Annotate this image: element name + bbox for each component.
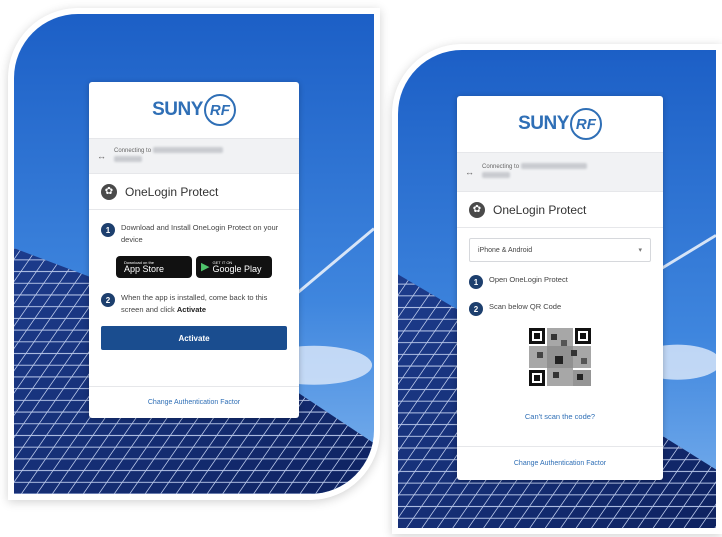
google-play-button[interactable]: ▶ GET IT ON Google Play xyxy=(196,256,272,278)
cant-scan-row: Can't scan the code? xyxy=(457,406,663,424)
redacted-destination xyxy=(152,147,223,154)
suny-rf-logo: SUNY RF xyxy=(89,82,299,138)
chevron-down-icon: ▾ xyxy=(638,247,642,254)
store-badges: Download on the App Store ▶ GET IT ON Go… xyxy=(89,256,299,278)
step-number: 2 xyxy=(101,293,115,307)
arrows-left-right-icon: ↔ xyxy=(97,151,106,161)
platform-select-value: iPhone & Android xyxy=(478,246,533,254)
step-text-bold: Activate xyxy=(176,305,207,314)
app-header: ✿ OneLogin Protect xyxy=(89,174,299,210)
step-number: 1 xyxy=(469,275,483,289)
logo-mark: RF xyxy=(569,108,602,140)
change-auth-factor-link[interactable]: Change Authentication Factor xyxy=(514,460,606,467)
app-header: ✿ OneLogin Protect xyxy=(457,192,663,228)
connecting-details: Connecting to xyxy=(482,163,587,181)
qr-code-icon xyxy=(527,326,593,388)
suny-rf-logo: SUNY RF xyxy=(457,96,663,152)
connecting-banner: ↔ Connecting to xyxy=(89,138,299,174)
card-footer: Change Authentication Factor xyxy=(89,386,299,418)
onelogin-protect-icon: ✿ xyxy=(469,201,485,218)
step-2: 2 When the app is installed, come back t… xyxy=(89,292,299,316)
app-name: OneLogin Protect xyxy=(493,202,587,217)
onelogin-protect-icon: ✿ xyxy=(101,183,117,200)
platform-select[interactable]: iPhone & Android ▾ xyxy=(469,238,651,262)
step-number: 1 xyxy=(101,223,115,237)
step-number: 2 xyxy=(469,302,483,316)
card-footer: Change Authentication Factor xyxy=(457,446,663,480)
redacted-destination xyxy=(114,156,142,163)
cant-scan-link[interactable]: Can't scan the code? xyxy=(525,412,595,421)
step-text: Open OneLogin Protect xyxy=(489,275,568,284)
connecting-label: Connecting to xyxy=(482,164,520,170)
logo-mark: RF xyxy=(203,94,236,126)
step-1: 1 Open OneLogin Protect xyxy=(457,274,663,289)
redacted-destination xyxy=(520,163,587,170)
step-1: 1 Download and Install OneLogin Protect … xyxy=(89,222,299,246)
activation-card-download: SUNY RF ↔ Connecting to ✿ OneLogin Prote… xyxy=(89,82,299,418)
connecting-label: Connecting to xyxy=(114,148,152,154)
app-name: OneLogin Protect xyxy=(125,184,219,199)
step-text: When the app is installed, come back to … xyxy=(121,292,287,316)
logo-text: SUNY xyxy=(518,113,569,134)
activate-button[interactable]: Activate xyxy=(101,326,287,350)
change-auth-factor-link[interactable]: Change Authentication Factor xyxy=(148,399,240,406)
step-text: Scan below QR Code xyxy=(489,302,562,311)
step-2: 2 Scan below QR Code xyxy=(457,301,663,316)
connecting-banner: ↔ Connecting to xyxy=(457,152,663,192)
step-text: Download and Install OneLogin Protect on… xyxy=(121,223,279,244)
google-play-icon: ▶ xyxy=(201,260,210,273)
logo-text: SUNY xyxy=(152,99,203,120)
google-play-label: Google Play xyxy=(212,263,262,274)
redacted-destination xyxy=(482,172,510,179)
activation-card-scan: SUNY RF ↔ Connecting to ✿ OneLogin Prote… xyxy=(457,96,663,480)
app-store-button[interactable]: Download on the App Store xyxy=(116,256,192,278)
screenshot-stage: SUNY RF ↔ Connecting to ✿ OneLogin Prote… xyxy=(0,0,722,537)
arrows-left-right-icon: ↔ xyxy=(465,167,474,177)
app-store-label: App Store xyxy=(124,263,165,274)
connecting-details: Connecting to xyxy=(114,147,223,165)
